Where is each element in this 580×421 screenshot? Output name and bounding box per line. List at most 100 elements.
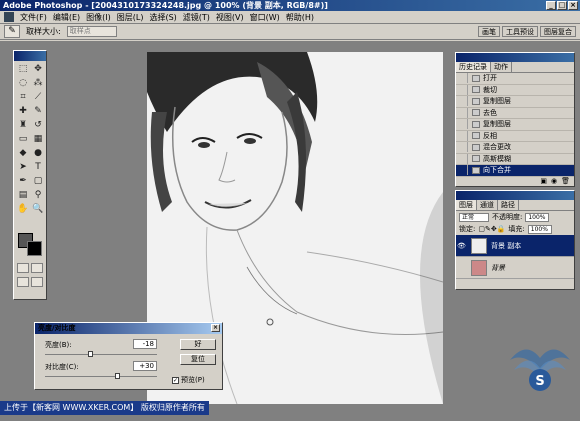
history-item[interactable]: 高斯模糊 <box>456 153 574 165</box>
layer-row[interactable]: 背景 <box>456 257 574 279</box>
brightness-label: 亮度(B): <box>45 341 72 349</box>
move-icon[interactable]: ✥ <box>31 63 45 76</box>
gradient-icon[interactable]: ▦ <box>31 133 45 146</box>
history-item[interactable]: 裁切 <box>456 84 574 96</box>
menu-view[interactable]: 视图(V) <box>216 12 244 23</box>
pen-icon[interactable]: ✒ <box>16 175 30 188</box>
close-button[interactable]: × <box>568 1 578 10</box>
sample-size-select[interactable]: 取样点 <box>66 26 117 37</box>
quick-mask-button[interactable] <box>31 263 43 273</box>
menu-filter[interactable]: 滤镜(T) <box>183 12 210 23</box>
brightness-input[interactable]: -18 <box>133 339 157 349</box>
menu-help[interactable]: 帮助(H) <box>286 12 314 23</box>
brightness-slider-track[interactable] <box>45 354 157 355</box>
reset-button[interactable]: 复位 <box>180 354 216 365</box>
menu-edit[interactable]: 编辑(E) <box>53 12 80 23</box>
history-item-selected[interactable]: 向下合并 <box>456 165 574 177</box>
tab-channels[interactable]: 通道 <box>477 200 498 210</box>
opacity-input[interactable]: 100% <box>525 212 550 222</box>
close-icon[interactable]: × <box>211 324 220 332</box>
screen-mode-full-button[interactable] <box>31 277 43 287</box>
document-icon[interactable] <box>4 12 14 22</box>
tab-layer-comps[interactable]: 图层复合 <box>540 26 576 37</box>
menu-file[interactable]: 文件(F) <box>20 12 47 23</box>
healing-icon[interactable]: ✚ <box>16 105 30 118</box>
new-document-icon[interactable]: ▣ <box>540 177 547 187</box>
tab-history[interactable]: 历史记录 <box>456 62 491 72</box>
brush-icon[interactable]: ✎ <box>31 105 45 118</box>
checkbox-icon[interactable]: ✓ <box>172 376 179 384</box>
slice-icon[interactable]: ⟋ <box>31 91 45 104</box>
history-step-icon <box>472 74 480 82</box>
shape-icon[interactable]: ▢ <box>31 175 45 188</box>
svg-text:S: S <box>535 374 544 389</box>
eyedropper-icon[interactable]: ✎ <box>4 25 20 38</box>
history-item[interactable]: 打开 <box>456 73 574 85</box>
lasso-icon[interactable]: ◌ <box>16 77 30 90</box>
notes-icon[interactable]: ▤ <box>16 189 30 202</box>
layers-panel-header[interactable] <box>456 191 574 200</box>
stamp-icon[interactable]: ♜ <box>16 119 30 132</box>
contrast-input[interactable]: +30 <box>133 361 157 371</box>
window-title-bar: Adobe Photoshop - [2004310173324248.jpg … <box>0 0 580 11</box>
lock-icon[interactable]: ▢✎✥🔒 <box>478 225 505 233</box>
dialog-title[interactable]: 亮度/对比度 × <box>35 323 222 334</box>
background-color-swatch[interactable] <box>27 241 42 256</box>
history-item[interactable]: 复制图层 <box>456 119 574 131</box>
menu-bar: 文件(F) 编辑(E) 图像(I) 图层(L) 选择(S) 滤镜(T) 视图(V… <box>0 11 580 24</box>
trash-icon[interactable]: 🗑 <box>561 177 570 187</box>
history-step-icon <box>472 86 480 94</box>
layer-row[interactable]: 👁 背景 副本 <box>456 235 574 257</box>
lock-label: 锁定: <box>459 225 476 233</box>
toolbox-header[interactable] <box>14 51 46 61</box>
type-icon[interactable]: T <box>31 161 45 174</box>
menu-window[interactable]: 窗口(W) <box>250 12 280 23</box>
layer-thumbnail <box>471 237 487 254</box>
magic-wand-icon[interactable]: ⁂ <box>31 77 45 90</box>
maximize-button[interactable]: □ <box>557 1 567 10</box>
history-step-icon <box>472 155 480 163</box>
eye-icon[interactable]: 👁 <box>456 242 467 250</box>
eyedropper-tool-icon[interactable]: ⚲ <box>31 189 45 202</box>
tab-paths[interactable]: 路径 <box>498 200 519 210</box>
history-item[interactable]: 复制图层 <box>456 96 574 108</box>
blur-icon[interactable]: ◆ <box>16 147 30 160</box>
marquee-icon[interactable]: ⬚ <box>16 63 30 76</box>
history-panel-header[interactable] <box>456 53 574 62</box>
contrast-slider-track[interactable] <box>45 376 157 377</box>
watermark-banner: 上传于【新客网 WWW.XKER.COM】 版权归原作者所有 <box>0 401 209 415</box>
history-item[interactable]: 混合更改 <box>456 142 574 154</box>
ok-button[interactable]: 好 <box>180 339 216 350</box>
history-item[interactable]: 去色 <box>456 107 574 119</box>
hand-icon[interactable]: ✋ <box>16 203 30 216</box>
blend-mode-select[interactable]: 正常 <box>459 212 489 222</box>
menu-layer[interactable]: 图层(L) <box>117 12 144 23</box>
path-select-icon[interactable]: ➤ <box>16 161 30 174</box>
history-item[interactable]: 反相 <box>456 130 574 142</box>
brightness-slider-thumb[interactable] <box>87 351 93 357</box>
eraser-icon[interactable]: ▭ <box>16 133 30 146</box>
preview-checkbox[interactable]: ✓ 预览(P) <box>172 375 205 385</box>
standard-mode-button[interactable] <box>17 263 29 273</box>
site-logo: S <box>510 349 570 391</box>
contrast-slider-thumb[interactable] <box>114 373 120 379</box>
menu-select[interactable]: 选择(S) <box>149 12 176 23</box>
history-brush-icon[interactable]: ↺ <box>31 119 45 132</box>
zoom-icon[interactable]: 🔍 <box>31 203 45 216</box>
screen-mode-standard-button[interactable] <box>17 277 29 287</box>
tab-actions[interactable]: 动作 <box>491 62 512 72</box>
tab-brushes[interactable]: 画笔 <box>478 26 500 37</box>
tab-layers[interactable]: 图层 <box>456 200 477 210</box>
snapshot-icon[interactable]: ◉ <box>551 177 557 187</box>
sample-size-label: 取样大小: <box>26 27 61 36</box>
minimize-button[interactable]: _ <box>546 1 556 10</box>
crop-icon[interactable]: ⌗ <box>16 91 30 104</box>
opacity-label: 不透明度: <box>492 213 523 221</box>
fill-input[interactable]: 100% <box>527 224 552 234</box>
dodge-icon[interactable]: ● <box>31 147 45 160</box>
history-step-icon <box>472 109 480 117</box>
options-bar: ✎ 取样大小: 取样点 画笔 工具预设 图层复合 <box>0 24 580 40</box>
history-step-icon <box>472 120 480 128</box>
menu-image[interactable]: 图像(I) <box>86 12 111 23</box>
tab-tool-presets[interactable]: 工具预设 <box>502 26 538 37</box>
